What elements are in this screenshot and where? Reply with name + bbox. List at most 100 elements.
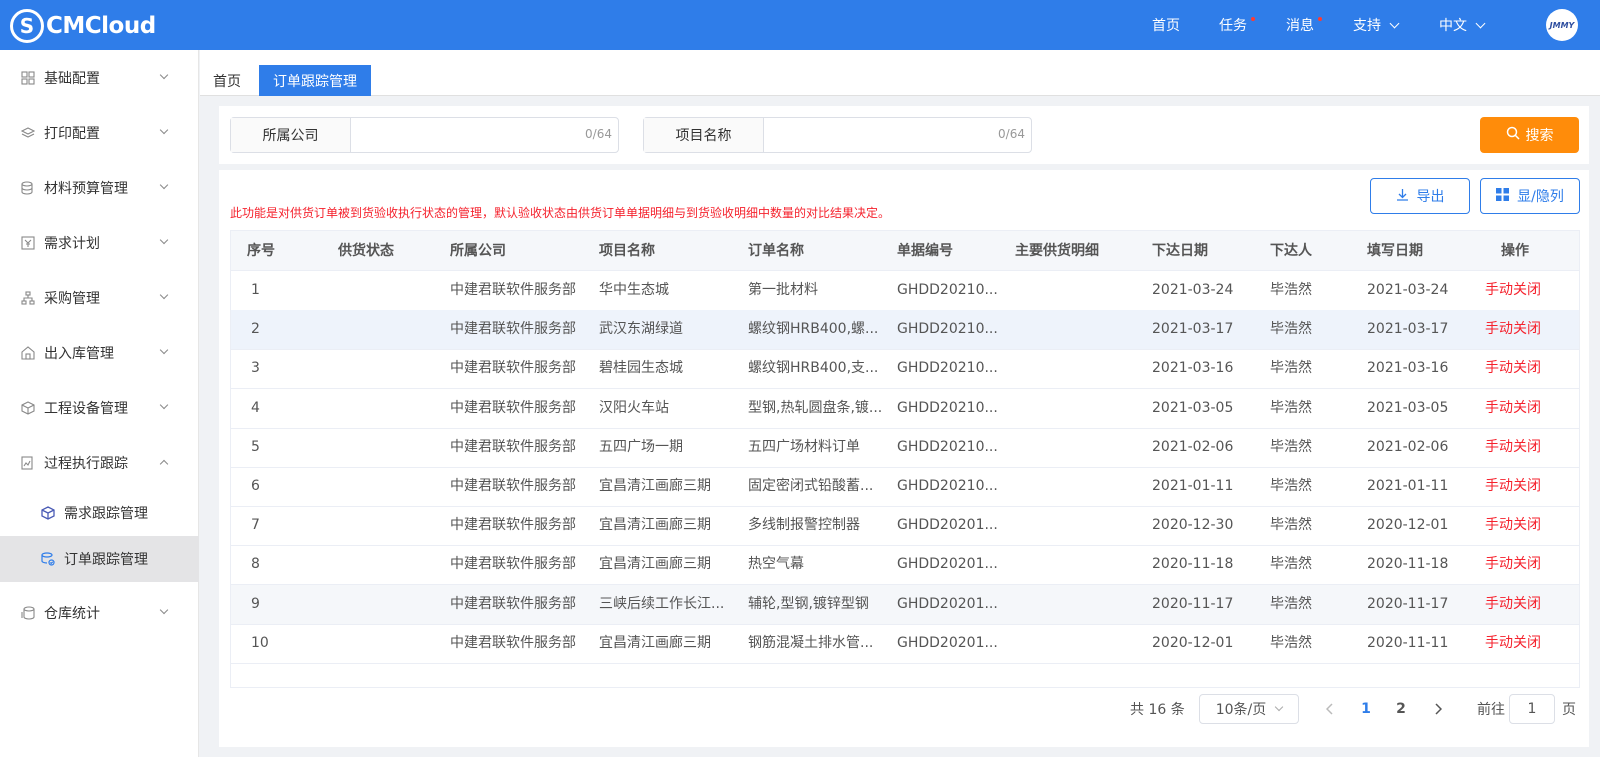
sidebar-item-equipment[interactable]: 工程设备管理 <box>0 380 199 436</box>
col-header[interactable]: 所属公司 <box>450 231 506 271</box>
table-row[interactable]: 9 中建君联软件服务部 三峡后续工作长江... 辅轮,型钢,镀锌型钢 GHDD20201… <box>231 584 1579 625</box>
download-icon <box>1396 188 1409 205</box>
sidebar-item-warehouse-io[interactable]: 出入库管理 <box>0 325 199 381</box>
manual-close-link[interactable]: 手动关闭 <box>1485 624 1565 663</box>
table-row[interactable]: 10 中建君联软件服务部 宜昌清江画廊三期 钢筋混凝土排水管... GHDD20201.… <box>231 624 1579 664</box>
col-header[interactable]: 订单名称 <box>748 231 804 271</box>
notification-dot <box>1318 17 1322 21</box>
col-header[interactable]: 供货状态 <box>338 231 394 271</box>
cell-issue-date: 2020-12-30 <box>1152 517 1234 534</box>
project-input[interactable] <box>764 118 1031 152</box>
nav-support-dropdown[interactable]: 支持 <box>1353 15 1400 35</box>
table-row[interactable]: 4 中建君联软件服务部 汉阳火车站 型钢,热轧圆盘条,镀... GHDD20210...… <box>231 389 1579 429</box>
cell-supply-status <box>338 545 438 584</box>
nav-tasks[interactable]: 任务 <box>1219 15 1255 35</box>
col-header[interactable]: 项目名称 <box>599 231 655 271</box>
cell-project: 宜昌清江画廊三期 <box>599 634 711 651</box>
cell-order-name: 多线制报警控制器 <box>748 517 860 534</box>
cell-supply-details <box>1015 506 1135 545</box>
goto-page-input[interactable]: 1 <box>1509 694 1555 724</box>
cell-company: 中建君联软件服务部 <box>450 634 576 651</box>
col-header[interactable]: 下达日期 <box>1152 231 1208 271</box>
page-2[interactable]: 2 <box>1391 694 1411 724</box>
cell-index: 1 <box>251 282 260 298</box>
toggle-columns-button[interactable]: 显/隐列 <box>1480 178 1580 214</box>
cell-issuer: 毕浩然 <box>1270 399 1312 416</box>
export-button[interactable]: 导出 <box>1370 178 1470 214</box>
cell-supply-details <box>1015 545 1135 584</box>
chevron-down-icon <box>159 290 169 300</box>
sidebar: 基础配置 打印配置 材料预算管理 需求计划 采购管理 出入库管理 工程设备管理 … <box>0 50 199 757</box>
table-row[interactable]: 6 中建君联软件服务部 宜昌清江画廊三期 固定密闭式铅酸蓄... GHDD20210..… <box>231 467 1579 507</box>
notice-text: 此功能是对供货订单被到货验收执行状态的管理，默认验收状态由供货订单单据明细与到货… <box>230 206 891 220</box>
prev-page-button[interactable] <box>1320 694 1340 724</box>
logo[interactable]: S CMCloud <box>10 9 156 43</box>
language-label: 中文 <box>1439 18 1467 34</box>
nav-home[interactable]: 首页 <box>1152 15 1180 35</box>
page-1[interactable]: 1 <box>1356 694 1376 724</box>
search-icon <box>1506 126 1520 144</box>
col-header[interactable]: 操作 <box>1501 231 1529 271</box>
cell-supply-details <box>1015 428 1135 467</box>
logo-icon: S <box>10 9 44 43</box>
company-field: 所属公司 0/64 <box>230 117 619 153</box>
col-header[interactable]: 单据编号 <box>897 231 953 271</box>
cell-fill-date: 2021-02-06 <box>1367 438 1449 455</box>
cell-fill-date: 2021-01-11 <box>1367 478 1449 494</box>
table-row[interactable]: 2 中建君联软件服务部 武汉东湖绿道 螺纹钢HRB400,螺... GHDD20210.… <box>231 310 1579 351</box>
table-row[interactable]: 3 中建君联软件服务部 碧桂园生态城 螺纹钢HRB400,支... GHDD20210.… <box>231 349 1579 390</box>
manual-close-link[interactable]: 手动关闭 <box>1485 310 1565 349</box>
cell-doc-number: GHDD20210... <box>897 438 998 455</box>
col-header[interactable]: 下达人 <box>1270 231 1312 271</box>
page-size-select[interactable]: 10条/页 <box>1199 694 1299 724</box>
cell-issuer: 毕浩然 <box>1270 438 1312 455</box>
sidebar-item-process-tracking[interactable]: 过程执行跟踪 <box>0 435 199 491</box>
manual-close-link[interactable]: 手动关闭 <box>1485 506 1565 545</box>
sidebar-item-basic-config[interactable]: 基础配置 <box>0 50 199 106</box>
sidebar-item-demand-plan[interactable]: 需求计划 <box>0 215 199 271</box>
avatar[interactable]: JMMY <box>1546 9 1578 41</box>
manual-close-link[interactable]: 手动关闭 <box>1485 545 1565 584</box>
table-row[interactable]: 5 中建君联软件服务部 五四广场一期 五四广场材料订单 GHDD20210... 2021… <box>231 428 1579 468</box>
tab-order-tracking[interactable]: 订单跟踪管理 <box>259 65 371 96</box>
sidebar-item-label: 采购管理 <box>44 291 100 307</box>
table-row[interactable]: 7 中建君联软件服务部 宜昌清江画廊三期 多线制报警控制器 GHDD20201... 20… <box>231 506 1579 547</box>
cell-issue-date: 2021-02-06 <box>1152 438 1234 455</box>
language-dropdown[interactable]: 中文 <box>1439 15 1486 35</box>
chevron-up-icon <box>159 459 169 469</box>
search-button[interactable]: 搜索 <box>1480 117 1579 153</box>
next-page-button[interactable] <box>1428 694 1448 724</box>
table-row[interactable]: 8 中建君联软件服务部 宜昌清江画廊三期 热空气幕 GHDD20201... 2020-1… <box>231 545 1579 586</box>
cell-company: 中建君联软件服务部 <box>450 478 576 494</box>
sidebar-item-label: 打印配置 <box>44 126 100 142</box>
tab-home[interactable]: 首页 <box>209 65 245 96</box>
manual-close-link[interactable]: 手动关闭 <box>1485 467 1565 506</box>
nav-home-label: 首页 <box>1152 18 1180 34</box>
col-header[interactable]: 序号 <box>247 231 275 271</box>
sidebar-item-warehouse-stats[interactable]: 仓库统计 <box>0 585 199 641</box>
nav-messages[interactable]: 消息 <box>1286 15 1322 35</box>
company-input[interactable] <box>351 118 618 152</box>
manual-close-link[interactable]: 手动关闭 <box>1485 428 1565 467</box>
manual-close-link[interactable]: 手动关闭 <box>1485 349 1565 388</box>
cell-issue-date: 2021-03-17 <box>1152 321 1234 338</box>
table-row[interactable]: 1 中建君联软件服务部 华中生态城 第一批材料 GHDD20210... 2021-03-… <box>231 271 1579 311</box>
manual-close-link[interactable]: 手动关闭 <box>1485 585 1565 624</box>
col-header[interactable]: 主要供货明细 <box>1015 231 1099 271</box>
cell-index: 5 <box>251 438 260 455</box>
cell-order-name: 热空气幕 <box>748 556 804 573</box>
sidebar-subitem-demand-tracking[interactable]: 需求跟踪管理 <box>0 490 199 536</box>
cell-index: 4 <box>251 399 260 416</box>
goto-suffix: 页 <box>1562 702 1576 718</box>
sidebar-subitem-order-tracking[interactable]: 订单跟踪管理 <box>0 536 199 582</box>
sidebar-item-material-budget[interactable]: 材料预算管理 <box>0 160 199 216</box>
manual-close-link[interactable]: 手动关闭 <box>1485 389 1565 428</box>
manual-close-link[interactable]: 手动关闭 <box>1485 271 1565 310</box>
cell-order-name: 螺纹钢HRB400,支... <box>748 360 879 377</box>
col-header[interactable]: 填写日期 <box>1367 231 1423 271</box>
sidebar-item-print-config[interactable]: 打印配置 <box>0 105 199 161</box>
sidebar-subitem-label: 需求跟踪管理 <box>64 506 148 522</box>
sidebar-item-procurement[interactable]: 采购管理 <box>0 270 199 326</box>
sidebar-item-label: 材料预算管理 <box>44 181 128 197</box>
cell-issue-date: 2021-03-24 <box>1152 282 1234 298</box>
